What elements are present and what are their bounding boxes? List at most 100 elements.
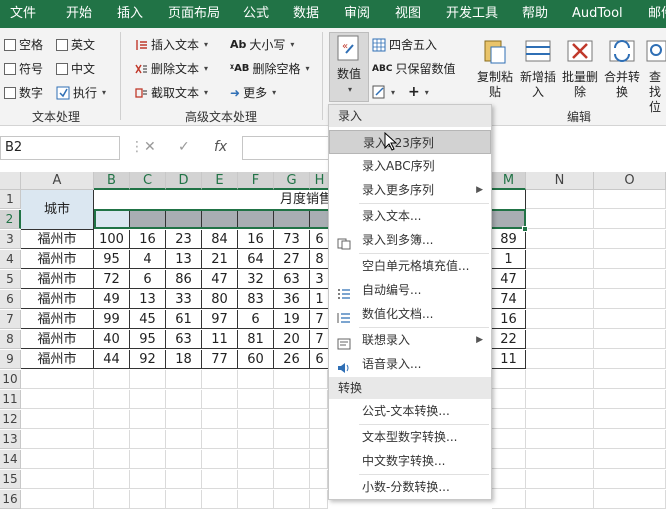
row-header[interactable]: 15 bbox=[0, 470, 21, 489]
row-header[interactable]: 11 bbox=[0, 390, 21, 409]
empty-cell[interactable] bbox=[492, 450, 526, 469]
value-cell[interactable]: 6 bbox=[310, 350, 330, 369]
select-all-corner[interactable] bbox=[0, 172, 21, 190]
empty-cell[interactable] bbox=[130, 450, 166, 469]
tab-file[interactable]: 文件 bbox=[10, 0, 36, 28]
tab-review[interactable]: 审阅 bbox=[344, 0, 370, 28]
empty-cell[interactable] bbox=[526, 350, 594, 369]
tab-view[interactable]: 视图 bbox=[395, 0, 421, 28]
merged-title-cell[interactable]: 月度销售 bbox=[94, 190, 330, 210]
row-header[interactable]: 8 bbox=[0, 330, 21, 349]
value-cell[interactable]: 13 bbox=[166, 250, 202, 269]
value-cell[interactable]: 33 bbox=[166, 290, 202, 309]
empty-cell[interactable] bbox=[94, 370, 130, 389]
value-cell[interactable]: 7 bbox=[310, 330, 330, 349]
empty-cell[interactable] bbox=[202, 390, 238, 409]
tab-developer[interactable]: 开发工具 bbox=[446, 0, 498, 28]
menu-item-voice-input[interactable]: 语音录入... bbox=[329, 352, 491, 376]
empty-cell[interactable] bbox=[526, 210, 594, 229]
batch-delete-button[interactable]: 批量删 除 bbox=[560, 36, 600, 100]
row-header[interactable]: 2 bbox=[0, 210, 21, 229]
empty-cell[interactable] bbox=[130, 390, 166, 409]
value-cell[interactable]: 20 bbox=[274, 330, 310, 349]
value-cell[interactable]: 26 bbox=[274, 350, 310, 369]
value-cell[interactable]: 6 bbox=[238, 310, 274, 329]
truncate-text-button[interactable]: 截取文本 ▾ bbox=[134, 84, 208, 101]
copy-paste-button[interactable]: 复制粘 贴 bbox=[476, 36, 514, 100]
empty-cell[interactable] bbox=[166, 470, 202, 489]
value-cell[interactable]: 32 bbox=[238, 270, 274, 289]
selected-cell[interactable] bbox=[492, 210, 526, 229]
menu-item-text-number-convert[interactable]: 文本型数字转换... bbox=[329, 425, 491, 449]
value-cell[interactable]: 19 bbox=[274, 310, 310, 329]
empty-cell[interactable] bbox=[21, 390, 94, 409]
empty-cell[interactable] bbox=[130, 410, 166, 429]
empty-cell[interactable] bbox=[594, 190, 666, 209]
empty-cell[interactable] bbox=[21, 370, 94, 389]
empty-cell[interactable] bbox=[492, 390, 526, 409]
empty-cell[interactable] bbox=[594, 390, 666, 409]
empty-cell[interactable] bbox=[594, 250, 666, 269]
fill-handle[interactable] bbox=[522, 226, 528, 232]
row-header[interactable]: 12 bbox=[0, 410, 21, 429]
delete-text-button[interactable]: 删除文本 ▾ bbox=[134, 60, 208, 77]
value-cell[interactable]: 80 bbox=[202, 290, 238, 309]
col-header-a[interactable]: A bbox=[21, 172, 94, 190]
empty-cell[interactable] bbox=[166, 390, 202, 409]
chinese-checkbox[interactable]: 中文 bbox=[56, 60, 95, 77]
tab-formulas[interactable]: 公式 bbox=[243, 0, 269, 28]
name-box[interactable]: B2 bbox=[0, 136, 120, 160]
value-cell[interactable]: 100 bbox=[94, 230, 130, 249]
empty-cell[interactable] bbox=[202, 370, 238, 389]
empty-cell[interactable] bbox=[594, 210, 666, 229]
empty-cell[interactable] bbox=[594, 350, 666, 369]
merged-title-cell-right[interactable] bbox=[492, 190, 526, 210]
empty-cell[interactable] bbox=[166, 450, 202, 469]
empty-cell[interactable] bbox=[594, 310, 666, 329]
empty-cell[interactable] bbox=[526, 310, 594, 329]
menu-item-sequence-abc[interactable]: 录入ABC序列 bbox=[329, 154, 491, 178]
empty-cell[interactable] bbox=[274, 390, 310, 409]
empty-cell[interactable] bbox=[492, 370, 526, 389]
row-header[interactable]: 1 bbox=[0, 190, 21, 209]
empty-cell[interactable] bbox=[594, 290, 666, 309]
row-header[interactable]: 6 bbox=[0, 290, 21, 309]
value-cell[interactable]: 72 bbox=[94, 270, 130, 289]
empty-cell[interactable] bbox=[594, 370, 666, 389]
row-header[interactable]: 4 bbox=[0, 250, 21, 269]
value-cell[interactable]: 16 bbox=[238, 230, 274, 249]
empty-cell[interactable] bbox=[526, 190, 594, 209]
empty-cell[interactable] bbox=[526, 330, 594, 349]
city-cell[interactable]: 福州市 bbox=[21, 290, 94, 309]
empty-cell[interactable] bbox=[94, 430, 130, 449]
value-cell[interactable]: 8 bbox=[310, 250, 330, 269]
col-header-h[interactable]: H bbox=[310, 172, 330, 190]
empty-cell[interactable] bbox=[274, 450, 310, 469]
empty-cell[interactable] bbox=[594, 330, 666, 349]
empty-cell[interactable] bbox=[21, 450, 94, 469]
function-icon[interactable]: fx bbox=[214, 139, 227, 155]
empty-cell[interactable] bbox=[594, 470, 666, 489]
tab-mail[interactable]: 邮件 bbox=[648, 0, 666, 28]
empty-cell[interactable] bbox=[310, 470, 328, 489]
city-cell[interactable]: 福州市 bbox=[21, 270, 94, 289]
empty-cell[interactable] bbox=[594, 410, 666, 429]
insert-text-button[interactable]: 插入文本 ▾ bbox=[134, 36, 208, 53]
cancel-icon[interactable]: ✕ bbox=[144, 139, 156, 155]
row-header[interactable]: 7 bbox=[0, 310, 21, 329]
selected-cell[interactable] bbox=[238, 210, 274, 229]
empty-cell[interactable] bbox=[202, 430, 238, 449]
edit-small-button[interactable]: ▾ + ▾ bbox=[372, 84, 429, 100]
tab-page-layout[interactable]: 页面布局 bbox=[168, 0, 220, 28]
tab-home[interactable]: 开始 bbox=[66, 0, 92, 28]
empty-cell[interactable] bbox=[526, 370, 594, 389]
value-cell[interactable]: 6 bbox=[310, 230, 330, 249]
col-header-c[interactable]: C bbox=[130, 172, 166, 190]
empty-cell[interactable] bbox=[594, 450, 666, 469]
value-cell-m[interactable]: 1 bbox=[492, 250, 526, 269]
lookup-button[interactable]: 查找 位 bbox=[644, 36, 666, 115]
menu-item-chinese-number-convert[interactable]: 中文数字转换... bbox=[329, 449, 491, 473]
symbol-checkbox[interactable]: 符号 bbox=[4, 60, 43, 77]
value-cell[interactable]: 44 bbox=[94, 350, 130, 369]
formula-input[interactable] bbox=[242, 136, 332, 160]
